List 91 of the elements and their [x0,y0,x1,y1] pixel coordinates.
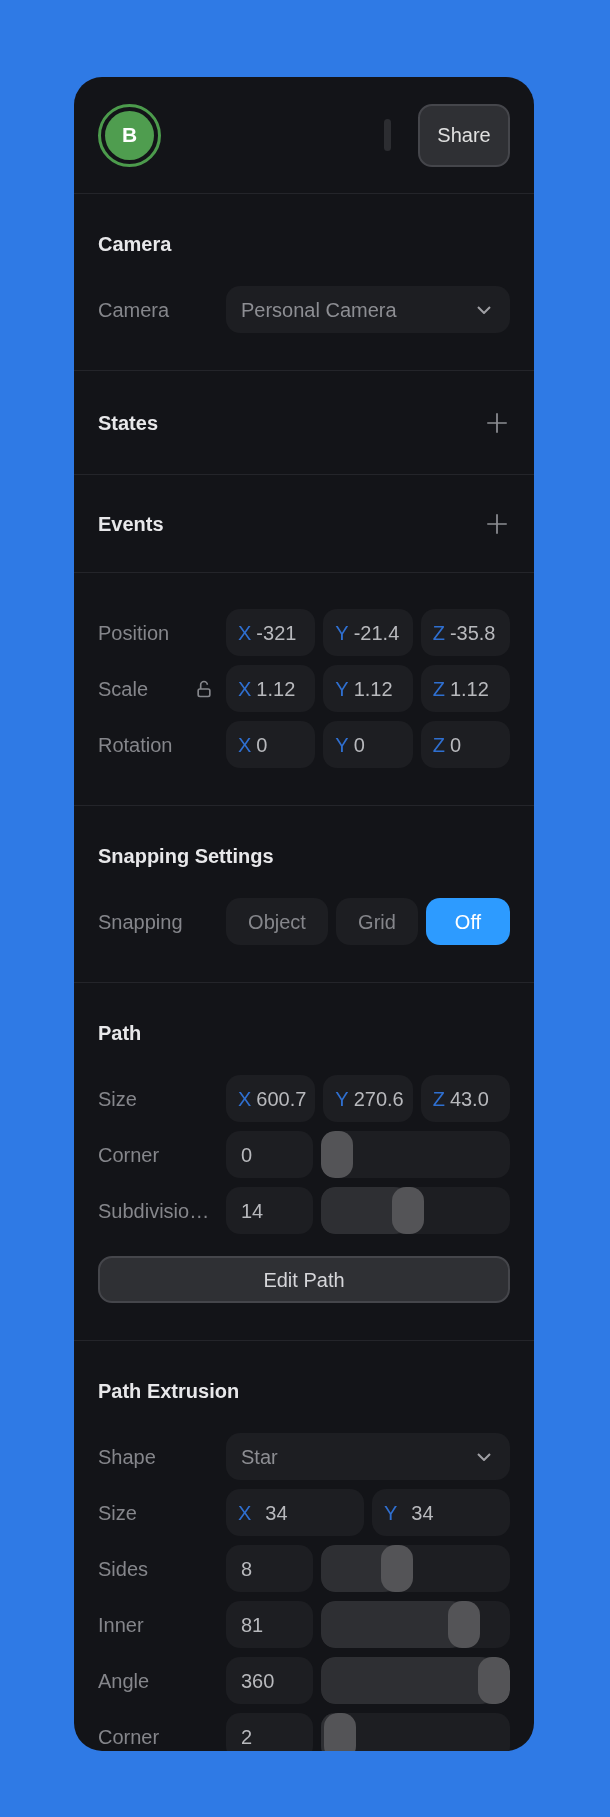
number-field[interactable]: Y 0 [323,721,413,768]
number-field[interactable]: Z 0 [420,721,510,768]
section-title: Camera [98,232,173,257]
section-title: States [98,410,159,436]
number-field[interactable]: X -321 [226,609,316,656]
axis-label: X [238,1086,252,1112]
section-title: Snapping Settings [98,844,275,869]
axis-label: X [238,620,252,646]
field-label: Size [98,1086,138,1112]
axis-label: Y [384,1500,398,1526]
number-field[interactable]: Y 270.6 [323,1075,413,1122]
segment-option[interactable]: Object [226,898,328,945]
slider-track[interactable] [321,1713,510,1751]
axis-label: Y [335,1086,349,1112]
field-value: 0 [449,732,461,758]
slider-thumb[interactable] [321,1131,353,1178]
field-value: 0 [256,732,268,758]
share-button[interactable]: Share [418,103,510,167]
axis-label: X [238,676,252,702]
number-field[interactable]: Z -35.8 [420,609,510,656]
number-field[interactable]: Y 1.12 [323,665,413,712]
field-value: 270.6 [353,1086,404,1112]
chevron-down-icon [477,305,491,314]
axis-label: Y [335,732,349,758]
number-field[interactable]: Z 43.0 [420,1075,510,1122]
number-field[interactable]: 2 [226,1713,313,1751]
number-field[interactable]: Z 1.12 [420,665,510,712]
field-value: -35.8 [449,620,496,646]
field-value: 34 [265,1500,288,1526]
number-field[interactable]: X 0 [226,721,316,768]
field-label: Rotation [98,732,174,758]
dropdown-value: Star [241,1444,278,1470]
number-field[interactable]: X 34 [226,1489,364,1536]
axis-label: Z [432,732,445,758]
edit-path-button[interactable]: Edit Path [98,1256,510,1303]
field-value: 1.12 [353,676,393,702]
field-value: 1.12 [449,676,489,702]
field-label: Angle [98,1668,151,1694]
slider-track[interactable] [321,1657,510,1704]
field-value: -321 [256,620,297,646]
field-label: Inner [98,1612,145,1638]
axis-label: Y [335,620,349,646]
axis-label: Z [432,676,445,702]
slider-track[interactable] [321,1187,510,1234]
section-title: Events [98,511,164,537]
number-field[interactable]: X 1.12 [226,665,316,712]
section-title: Path Extrusion [98,1379,241,1404]
section-title: Path [98,1021,143,1046]
field-label: Snapping [98,909,184,935]
slider-track[interactable] [321,1131,510,1178]
field-label: Corner [98,1724,161,1750]
number-field[interactable]: X 600.7 [226,1075,316,1122]
axis-label: Y [335,676,349,702]
axis-label: X [238,732,252,758]
field-label: Size [98,1500,138,1526]
field-label: Scale [98,676,149,702]
number-field[interactable]: Y 34 [372,1489,510,1536]
field-value: 43.0 [449,1086,489,1112]
slider-thumb[interactable] [380,1545,413,1592]
dropdown-value: Personal Camera [241,297,397,323]
field-label: Shape [98,1444,157,1470]
number-field[interactable]: 360 [226,1657,313,1704]
chevron-down-icon [477,1452,491,1461]
segment-option[interactable]: Grid [336,898,418,945]
field-value: 1.12 [256,676,296,702]
field-value: -21.4 [353,620,400,646]
axis-label: Z [432,620,445,646]
number-field[interactable]: 14 [226,1187,313,1234]
number-field[interactable]: 0 [226,1131,313,1178]
axis-label: X [238,1500,252,1526]
number-field[interactable]: 8 [226,1545,313,1592]
slider-track[interactable] [321,1601,510,1648]
field-label: Sides [98,1556,150,1582]
slider-thumb[interactable] [391,1187,424,1234]
slider-thumb[interactable] [448,1601,481,1648]
field-label: Camera [98,297,171,323]
number-field[interactable]: 81 [226,1601,313,1648]
field-value: 600.7 [256,1086,307,1112]
number-field[interactable]: Y -21.4 [323,609,413,656]
field-value: 34 [411,1500,434,1526]
dropdown[interactable]: Personal Camera [226,286,510,333]
axis-label: Z [432,1086,445,1112]
drag-handle[interactable] [384,119,391,151]
slider-thumb[interactable] [324,1713,357,1751]
slider-track[interactable] [321,1545,510,1592]
field-label: Corner [98,1142,161,1168]
field-value: 0 [353,732,365,758]
dropdown[interactable]: Star [226,1433,510,1480]
field-label: Position [98,620,171,646]
slider-thumb[interactable] [478,1657,510,1704]
field-label: Subdivisio… [98,1198,211,1224]
